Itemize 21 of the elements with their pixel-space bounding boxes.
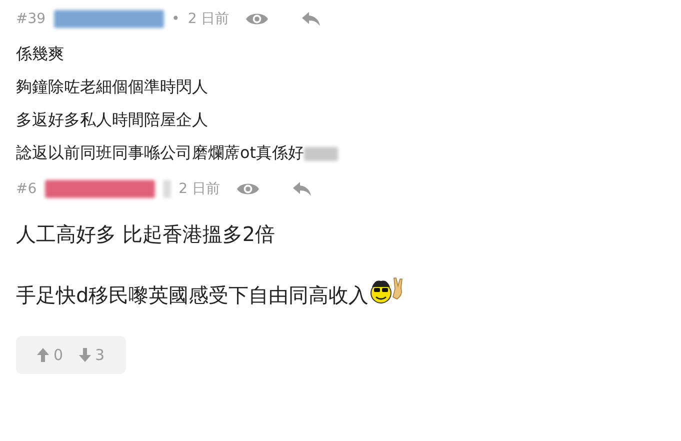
post-number: #6 [16,180,37,198]
reply-icon[interactable] [301,11,322,27]
blurred-text [304,147,338,161]
downvote-count: 3 [95,344,105,366]
post-number: #39 [16,10,46,28]
eye-icon[interactable] [236,181,260,197]
post-text-line: 人工高好多 比起香港搵多2倍 [16,224,276,244]
post-text-line: 係幾爽 [16,46,64,62]
eye-icon[interactable] [245,11,270,27]
post-text-line: 諗返以前同班同事喺公司磨爛蓆ot真係好 [16,145,304,161]
blurred-separator [162,180,171,198]
post-text-line: 多返好多私人時間陪屋企人 [16,112,208,128]
upvote-icon[interactable] [37,348,50,362]
post-text-line: 夠鐘除咗老細個個準時閃人 [16,79,208,95]
upvote-count: 0 [53,344,63,366]
downvote-icon[interactable] [79,348,91,362]
post-text-line: 手足快d移民嚟英國感受下自由同高收入 [16,285,369,305]
separator: • [172,10,180,28]
post-time: 2 日前 [178,180,220,198]
reply-icon[interactable] [292,181,312,197]
post-time: 2 日前 [188,10,230,28]
